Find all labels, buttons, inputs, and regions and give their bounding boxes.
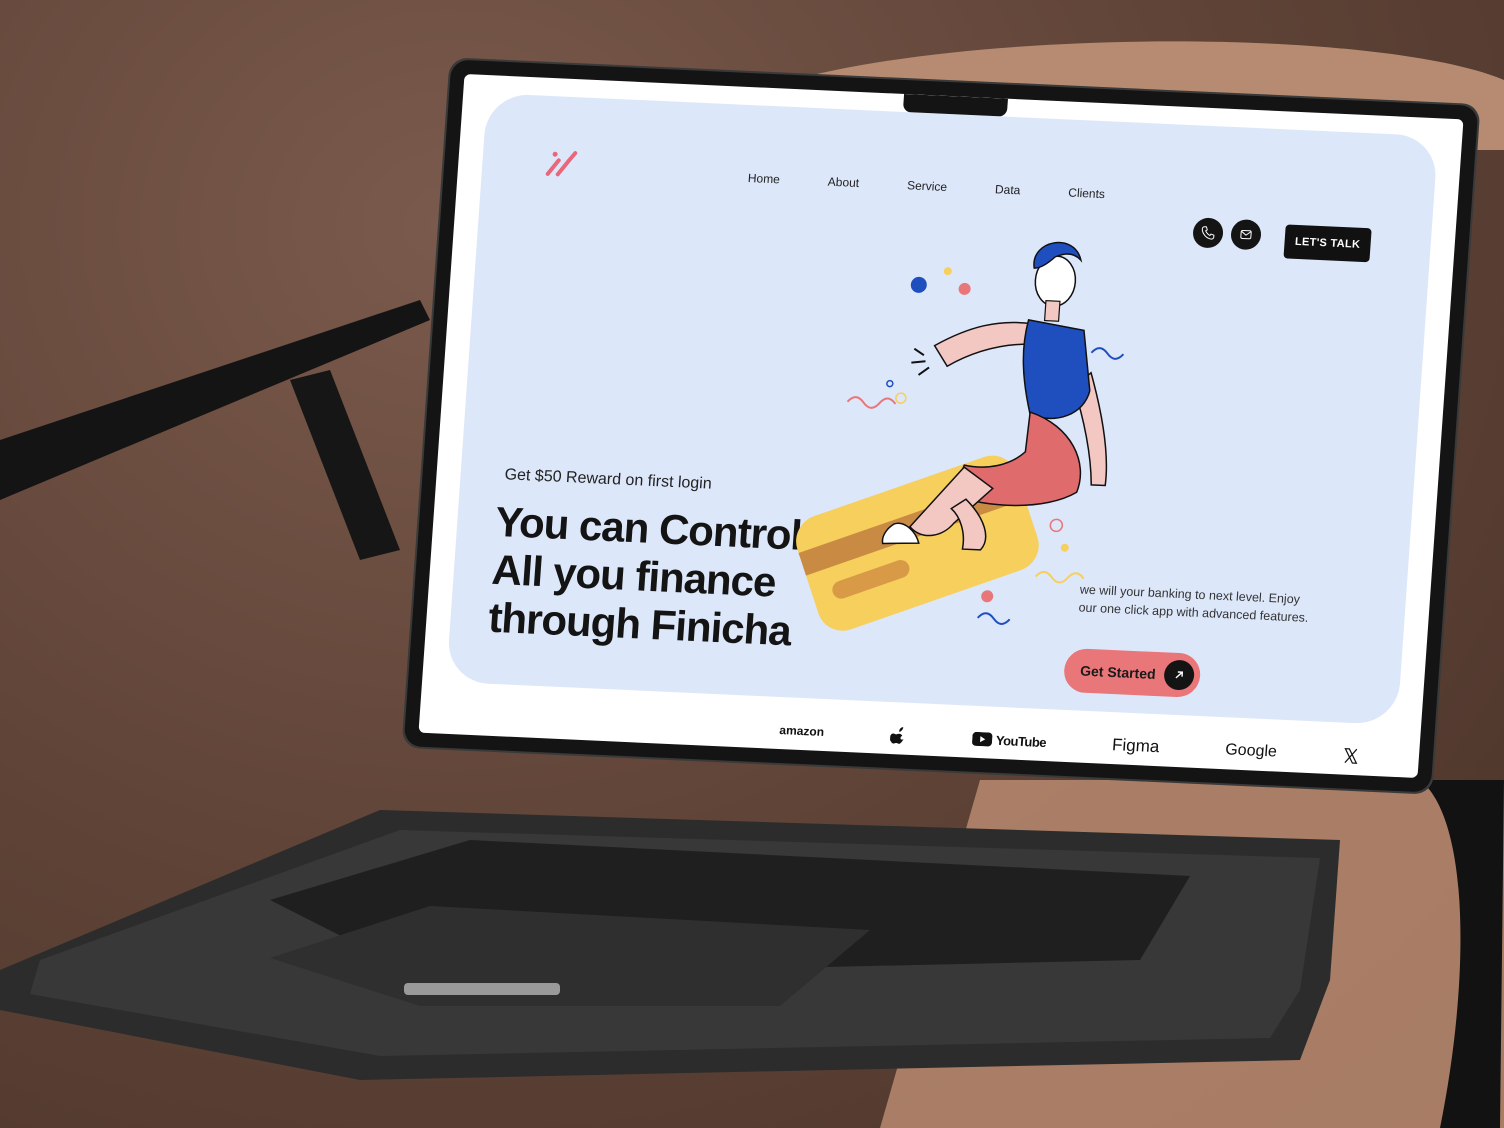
nav-home[interactable]: Home [747,171,780,186]
nav-service[interactable]: Service [907,178,948,194]
hero-illustration [796,241,1125,631]
get-started-label: Get Started [1079,662,1157,682]
youtube-play-icon [971,731,993,747]
mail-icon [1240,229,1252,240]
nav-clients[interactable]: Clients [1068,186,1106,202]
apple-logo-icon [889,726,906,745]
website-viewport: Home About Service Data Clients LET'S TA… [418,74,1464,778]
youtube-wordmark: YouTube [995,732,1047,750]
laptop-screen: Home About Service Data Clients LET'S TA… [418,74,1464,778]
laptop-base [0,780,1504,1128]
hero-headline: You can Control All you finance through … [487,497,803,655]
lets-talk-button[interactable]: LET'S TALK [1283,224,1372,263]
arrow-up-right-icon [1163,659,1196,691]
phone-icon [1201,226,1215,240]
brand-youtube: YouTube [971,731,1047,750]
nav-about[interactable]: About [827,175,859,190]
get-started-button[interactable]: Get Started [1062,647,1202,698]
brand-amazon: amazon [778,722,825,739]
laptop-scene: Home About Service Data Clients LET'S TA… [0,0,1504,1128]
brand-figma: Figma [1111,735,1160,757]
x-logo-icon [1342,748,1359,765]
chair-arm [0,300,430,560]
brand-google: Google [1224,741,1278,761]
nav-data[interactable]: Data [995,182,1021,197]
logo-mark-icon[interactable] [543,148,581,180]
